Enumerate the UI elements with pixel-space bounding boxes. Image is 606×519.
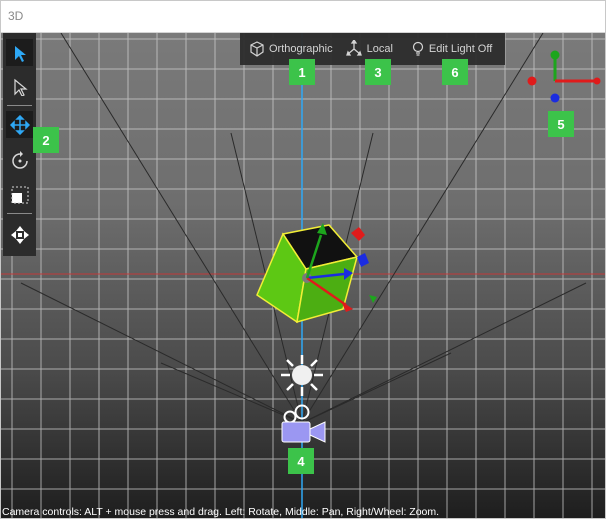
arrow-outline-icon — [13, 78, 28, 96]
transform-icon — [10, 225, 29, 244]
3d-viewport[interactable]: Orthographic Local Edit Light Off 1 2 3 … — [1, 33, 605, 518]
scene-canvas[interactable] — [1, 33, 605, 518]
light-label: Edit Light Off — [428, 43, 493, 55]
status-bar-text: Camera controls: ALT + mouse press and d… — [2, 506, 440, 518]
move-tool-button[interactable] — [6, 111, 33, 138]
camera-frustum — [20, 33, 587, 424]
window-title: 3D — [1, 1, 605, 33]
lightbulb-icon — [412, 41, 423, 56]
tools-toolbar — [3, 33, 36, 256]
projection-label: Orthographic — [269, 43, 333, 55]
light-object — [281, 355, 323, 396]
scale-icon — [11, 186, 28, 203]
move-icon — [9, 114, 30, 135]
select-outline-tool-button[interactable] — [6, 73, 33, 100]
toolbar-divider — [7, 105, 32, 106]
transform-tool-button[interactable] — [6, 221, 33, 248]
toolbar-divider — [7, 213, 32, 214]
space-label: Local — [366, 43, 393, 55]
local-axes-icon — [345, 40, 362, 56]
select-tool-button[interactable] — [6, 39, 33, 66]
callout-6: 6 — [442, 59, 468, 85]
rotate-icon — [11, 150, 28, 169]
rotate-tool-button[interactable] — [6, 147, 33, 174]
cube-outline-icon — [250, 41, 264, 57]
callout-3: 3 — [365, 59, 391, 85]
orientation-gizmo[interactable] — [521, 43, 601, 113]
callout-4: 4 — [288, 448, 314, 474]
callout-5: 5 — [548, 111, 574, 137]
select-arrow-icon — [14, 45, 26, 62]
callout-1: 1 — [289, 59, 315, 85]
scale-tool-button[interactable] — [6, 181, 33, 208]
callout-2: 2 — [33, 127, 59, 153]
app-window: 3D Orthographic Local Edit Light Off 1 2… — [0, 0, 606, 519]
camera-object — [281, 404, 326, 443]
